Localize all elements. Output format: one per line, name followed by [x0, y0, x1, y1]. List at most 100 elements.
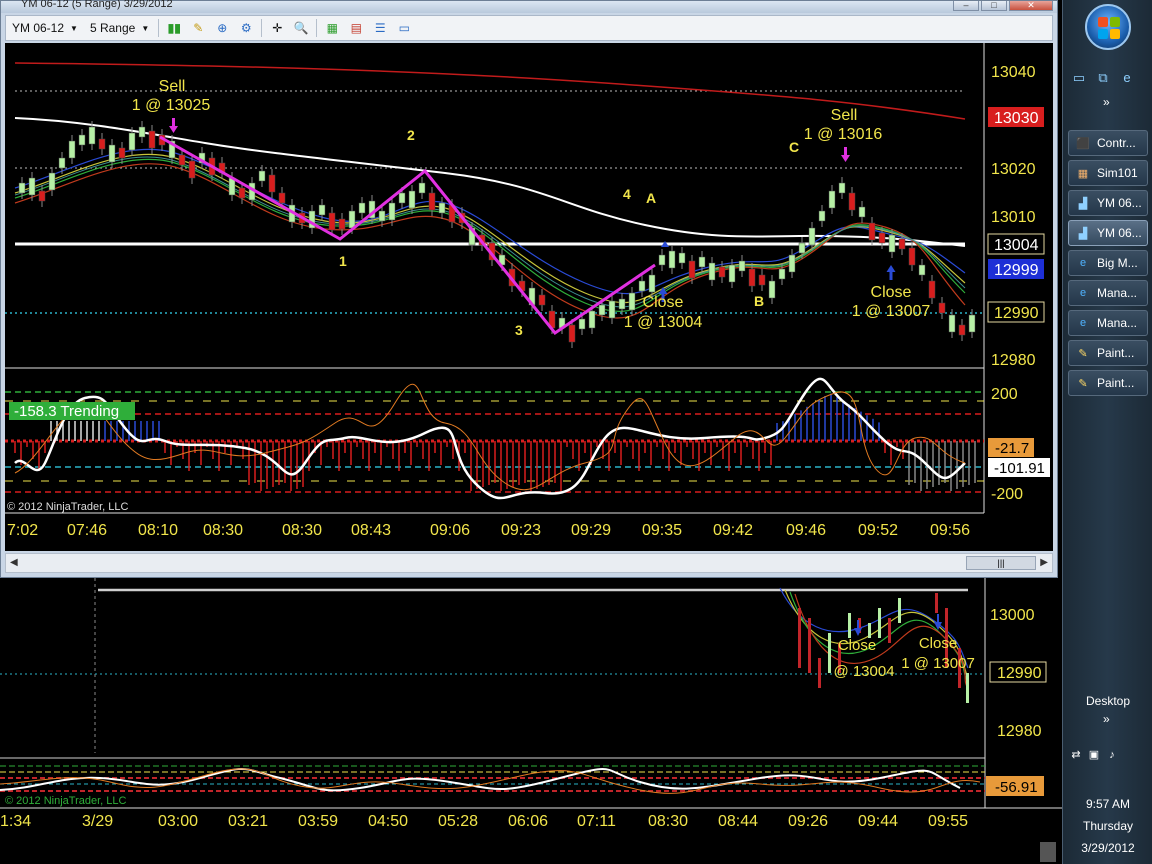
bg-time-label: 06:06 [508, 813, 548, 830]
candle [898, 238, 906, 250]
bar-type-icon[interactable]: ▮▮ [165, 19, 183, 37]
candle [838, 182, 846, 194]
taskbar-item-label: Mana... [1097, 316, 1138, 330]
add-indicator-icon[interactable]: ⊕ [213, 19, 231, 37]
candle [788, 254, 796, 273]
bg-badge-12990-text: 12990 [997, 665, 1042, 682]
template-icon[interactable]: ▭ [395, 19, 413, 37]
candle [798, 242, 806, 254]
taskbar-item[interactable]: e Mana... [1068, 280, 1148, 306]
time-label: 07:46 [67, 522, 107, 539]
bg-time-label: 3/29 [82, 813, 113, 830]
price-chart-panel[interactable]: Sell 1 @ 13025 Sell 1 @ 13016 Close 1 @ … [5, 43, 1053, 551]
price-label-13020: 13020 [991, 161, 1036, 178]
horizontal-scrollbar[interactable]: ◀ ||| ▶ [5, 553, 1053, 573]
interval-selector[interactable]: 5 Range ▼ [84, 17, 155, 39]
bg-indicator-badge-text: -56.91 [995, 779, 1038, 796]
bg-watermark: © 2012 NinjaTrader, LLC [5, 795, 126, 807]
taskbar-item[interactable]: ✎ Paint... [1068, 340, 1148, 366]
candle [858, 206, 866, 218]
chart-icon: ▟ [1078, 197, 1088, 210]
taskbar-item[interactable]: e Mana... [1068, 310, 1148, 336]
start-button[interactable] [1085, 4, 1131, 50]
ie-quicklaunch-icon[interactable]: e [1119, 70, 1135, 86]
candle [138, 126, 146, 138]
candle [428, 192, 436, 211]
zoom-icon[interactable]: 🔍 [292, 19, 310, 37]
quick-launch: ▭ ⧉ e [1071, 70, 1135, 86]
candle [938, 302, 946, 314]
ie-icon: e [1079, 317, 1087, 329]
bg-time-label: 07:11 [577, 813, 616, 830]
data-box-icon[interactable]: ▤ [347, 19, 365, 37]
candle [918, 264, 926, 276]
price-label-13040: 13040 [991, 64, 1036, 81]
candle [908, 247, 916, 266]
toolbar-separator [316, 19, 318, 37]
time-label: 09:06 [430, 522, 470, 539]
bg-time-label: 1:34 [0, 813, 31, 830]
chart-toolbar: YM 06-12 ▼ 5 Range ▼ ▮▮ ✎ ⊕ ⚙ ✛ 🔍 ▦ ▤ ☰ … [5, 15, 1053, 41]
crosshair-icon[interactable]: ✛ [268, 19, 286, 37]
window-titlebar[interactable]: YM 06-12 (5 Range) 3/29/2012 – □ ✕ [1, 0, 1057, 13]
candle [688, 260, 696, 279]
candle [628, 292, 636, 311]
chevron-down-icon[interactable]: » [1103, 712, 1110, 726]
minimize-button[interactable]: – [953, 1, 979, 11]
time-label: 08:10 [138, 522, 178, 539]
candle [608, 300, 616, 319]
sell2-line1: Sell [831, 107, 858, 124]
chart-trader-icon[interactable]: ☰ [371, 19, 389, 37]
system-tray: ⇄ ▣ ♪ [1069, 748, 1119, 762]
taskbar-item[interactable]: ✎ Paint... [1068, 370, 1148, 396]
scroll-left-icon[interactable]: ◀ [10, 557, 18, 568]
chevron-down-icon: ▼ [70, 23, 78, 33]
candle [348, 210, 356, 229]
taskbar-item-label: YM 06... [1097, 196, 1142, 210]
taskbar-item[interactable]: e Big M... [1068, 250, 1148, 276]
instrument-selector[interactable]: YM 06-12 ▼ [6, 17, 84, 39]
taskbar-item-label: Sim101 [1097, 166, 1138, 180]
sell2-line2: 1 @ 13016 [804, 126, 883, 143]
candle [828, 190, 836, 209]
candle [588, 310, 596, 329]
scroll-thumb[interactable]: ||| [966, 556, 1036, 570]
close-button[interactable]: ✕ [1009, 1, 1053, 11]
taskbar-item[interactable]: ▦ Sim101 [1068, 160, 1148, 186]
candle [878, 232, 886, 244]
time-label: 08:30 [203, 522, 243, 539]
switch-windows-icon[interactable]: ⧉ [1095, 70, 1111, 86]
close1-line1: Close [643, 294, 684, 311]
scroll-right-icon[interactable]: ▶ [1040, 557, 1048, 568]
wave-label-b: B [754, 293, 764, 309]
candle [928, 280, 936, 299]
candle [388, 202, 396, 221]
chevron-down-icon[interactable]: » [1103, 95, 1110, 109]
indicator-label-200: 200 [991, 386, 1018, 403]
candle [958, 324, 966, 336]
candle [618, 298, 626, 310]
desktop-toolbar-label[interactable]: Desktop [1063, 694, 1152, 708]
show-desktop-icon[interactable]: ▭ [1071, 70, 1087, 86]
network-icon[interactable]: ⇄ [1069, 748, 1083, 762]
bg-time-label: 03:00 [158, 813, 198, 830]
candle [758, 274, 766, 286]
monitor-icon[interactable]: ▣ [1087, 748, 1101, 762]
bg-price-12980: 12980 [997, 723, 1042, 740]
maximize-button[interactable]: □ [981, 1, 1007, 11]
taskbar-item[interactable]: ⬛ Contr... [1068, 130, 1148, 156]
taskbar: ▭ ⧉ e » ⬛ Contr... ▦ Sim101 ▟ YM 06... ▟ YM 06.… [1062, 0, 1152, 864]
strategy-icon[interactable]: ⚙ [237, 19, 255, 37]
taskbar-item[interactable]: ▟ YM 06... [1068, 220, 1148, 246]
properties-icon[interactable]: ▦ [323, 19, 341, 37]
candle [358, 202, 366, 214]
bg-time-label: 04:50 [368, 813, 408, 830]
speaker-icon[interactable]: ♪ [1105, 748, 1119, 762]
drawing-pencil-icon[interactable]: ✎ [189, 19, 207, 37]
sell1-line2: 1 @ 13025 [132, 97, 211, 114]
clock-time[interactable]: 9:57 AM [1063, 797, 1152, 811]
time-label: 09:29 [571, 522, 611, 539]
taskbar-item[interactable]: ▟ YM 06... [1068, 190, 1148, 216]
candle [378, 210, 386, 222]
candle [178, 154, 186, 166]
